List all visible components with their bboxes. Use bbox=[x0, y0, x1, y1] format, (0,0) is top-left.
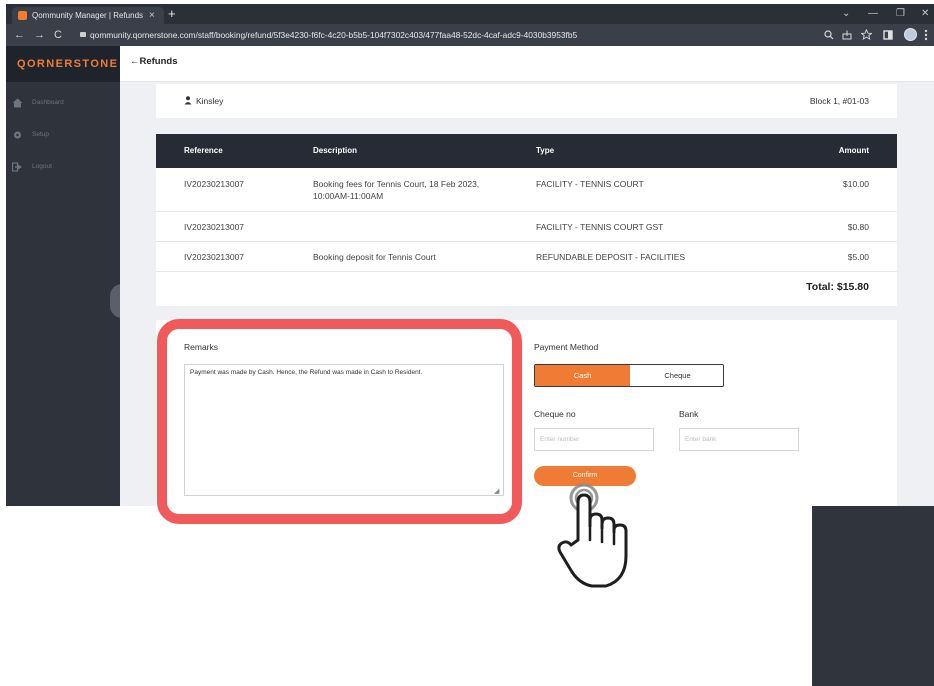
browser-tab[interactable]: Qommunity Manager | Refunds × bbox=[12, 7, 164, 24]
table-row: IV20230213007 Booking fees for Tennis Co… bbox=[156, 168, 897, 212]
bank-label: Bank bbox=[679, 409, 699, 419]
back-to-refunds-link[interactable]: ←Refunds bbox=[130, 56, 178, 67]
sidebar bbox=[6, 46, 120, 506]
column-header-reference: Reference bbox=[184, 146, 223, 155]
cell-amount: $5.00 bbox=[847, 252, 869, 262]
sidebar-item-dashboard[interactable]: Dashboard bbox=[12, 96, 64, 110]
tab-close-icon[interactable]: × bbox=[149, 7, 155, 24]
tab-title: Qommunity Manager | Refunds bbox=[32, 11, 144, 20]
favicon-icon bbox=[18, 11, 27, 20]
sidebar-item-label: Setup bbox=[32, 131, 49, 138]
sidebar-item-label: Dashboard bbox=[32, 99, 64, 106]
star-icon[interactable] bbox=[861, 29, 872, 40]
column-header-description: Description bbox=[313, 146, 358, 155]
forward-arrow-icon[interactable]: → bbox=[34, 27, 45, 43]
gear-icon bbox=[14, 131, 21, 139]
cell-reference: IV20230213007 bbox=[184, 179, 245, 189]
minimize-icon[interactable]: — bbox=[868, 6, 878, 22]
cell-description: Booking deposit for Tennis Court bbox=[313, 252, 436, 262]
resident-unit: Block 1, #01-03 bbox=[809, 96, 869, 106]
user-icon bbox=[184, 96, 192, 105]
reload-icon[interactable]: C bbox=[54, 27, 62, 43]
logout-icon bbox=[12, 162, 22, 172]
column-header-type: Type bbox=[536, 146, 555, 155]
close-window-icon[interactable]: ✕ bbox=[921, 6, 929, 22]
cell-amount: $10.00 bbox=[843, 179, 869, 189]
remarks-highlight-box bbox=[157, 319, 522, 524]
table-row: IV20230213007 FACILITY - TENNIS COURT GS… bbox=[156, 212, 897, 242]
background-panel bbox=[812, 506, 934, 686]
cell-reference: IV20230213007 bbox=[184, 222, 245, 232]
table-header: Reference Description Type Amount bbox=[156, 134, 897, 168]
cheque-no-label: Cheque no bbox=[534, 409, 576, 419]
brand-logo[interactable]: QORNERSTONE bbox=[6, 46, 120, 82]
resident-card: Kinsley Block 1, #01-03 bbox=[156, 84, 897, 118]
cash-option-button[interactable]: Cash bbox=[535, 365, 630, 386]
menu-dots-icon[interactable] bbox=[924, 29, 928, 41]
column-header-amount: Amount bbox=[838, 146, 869, 155]
table-row: IV20230213007 Booking deposit for Tennis… bbox=[156, 242, 897, 272]
url-field[interactable]: qommunity.qornerstone.com/staff/booking/… bbox=[90, 28, 577, 42]
cell-description: Booking fees for Tennis Court, 18 Feb 20… bbox=[313, 179, 480, 201]
bank-input[interactable] bbox=[679, 428, 799, 451]
back-arrow-icon[interactable]: ← bbox=[14, 27, 25, 43]
home-icon bbox=[12, 98, 23, 108]
cell-type: FACILITY - TENNIS COURT GST bbox=[536, 222, 664, 232]
pointing-hand-icon bbox=[557, 483, 628, 588]
lock-icon bbox=[80, 32, 86, 37]
refund-items-table: Reference Description Type Amount IV2023… bbox=[156, 134, 897, 306]
cell-reference: IV20230213007 bbox=[184, 252, 245, 262]
screenshot-root: Qommunity Manager | Refunds × + ⌄ — ❐ ✕ … bbox=[0, 0, 934, 686]
profile-avatar[interactable] bbox=[904, 28, 917, 41]
cell-type: FACILITY - TENNIS COURT bbox=[536, 179, 644, 189]
payment-method-toggle: Cash Cheque bbox=[534, 364, 724, 387]
payment-method-label: Payment Method bbox=[534, 342, 599, 352]
restore-icon[interactable]: ❐ bbox=[896, 6, 905, 22]
page-header: ←Refunds bbox=[120, 46, 934, 82]
cheque-no-input[interactable] bbox=[534, 428, 654, 451]
sidebar-item-logout[interactable]: Logout bbox=[12, 160, 52, 174]
sidebar-item-label: Logout bbox=[32, 163, 52, 170]
cheque-option-button[interactable]: Cheque bbox=[630, 365, 723, 386]
cell-type: REFUNDABLE DEPOSIT - FACILITIES bbox=[536, 252, 686, 262]
resident-name: Kinsley bbox=[196, 96, 224, 106]
side-panel-icon[interactable] bbox=[883, 30, 893, 40]
cell-amount: $0.80 bbox=[847, 222, 869, 232]
new-tab-icon[interactable]: + bbox=[168, 5, 176, 22]
sidebar-item-setup[interactable]: Setup bbox=[12, 128, 49, 142]
zoom-icon[interactable] bbox=[824, 30, 834, 40]
browser-tab-bar: Qommunity Manager | Refunds × + ⌄ — ❐ ✕ bbox=[6, 4, 934, 24]
tab-search-icon[interactable]: ⌄ bbox=[842, 6, 850, 22]
refund-total: Total: $15.80 bbox=[806, 281, 869, 293]
share-icon[interactable] bbox=[842, 30, 852, 40]
browser-address-bar: ← → C qommunity.qornerstone.com/staff/bo… bbox=[6, 24, 934, 46]
